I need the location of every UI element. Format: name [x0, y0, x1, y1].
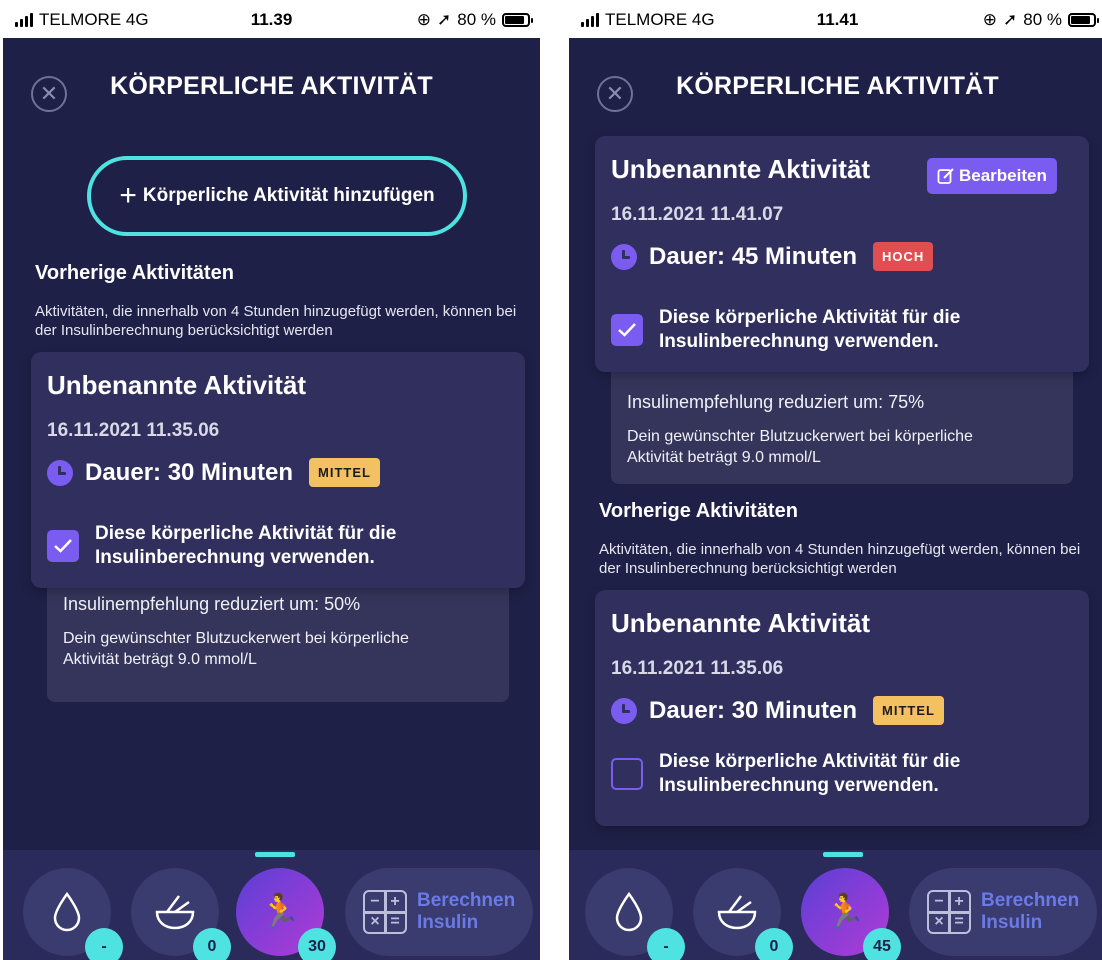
checkmark-icon	[618, 323, 636, 337]
target-glucose: Dein gewünschter Blutzuckerwert bei körp…	[627, 428, 973, 466]
activity-count: 30	[298, 928, 336, 960]
activity-duration-row: Dauer: 45 Minuten HOCH	[611, 242, 934, 271]
edit-icon	[937, 168, 954, 184]
use-for-insulin-label: Diese körperliche Aktivität für die Insu…	[659, 307, 961, 352]
tab-food[interactable]: 0	[131, 868, 231, 960]
previous-activities-title: Vorherige Aktivitäten	[35, 262, 234, 284]
running-person-icon: 🏃	[258, 893, 302, 931]
calculator-icon: − + × =	[927, 890, 971, 934]
battery-icon	[502, 13, 533, 27]
status-right: ⊕ ➚ 80 %	[416, 10, 533, 30]
location-icon: ➚	[1003, 10, 1018, 29]
intensity-badge: MITTEL	[873, 696, 944, 725]
clock-icon	[47, 459, 73, 486]
current-activity-card[interactable]: Unbenannte Aktivität Bearbeiten 16.11.20…	[595, 136, 1089, 372]
tab-blood-glucose[interactable]: -	[585, 868, 685, 960]
running-person-icon: 🏃	[823, 893, 867, 931]
activity-duration: Dauer: 30 Minuten	[649, 696, 858, 724]
checkmark-icon	[54, 539, 72, 553]
tab-blood-glucose[interactable]: -	[23, 868, 123, 960]
calc-label-line1: Berechnen	[981, 890, 1080, 911]
bowl-icon	[155, 895, 195, 930]
intensity-badge: HOCH	[873, 242, 934, 271]
activity-date: 16.11.2021 11.35.06	[611, 658, 784, 679]
add-activity-label: Körperliche Aktivität hinzufügen	[142, 185, 435, 206]
calc-label-line2: Insulin	[417, 912, 479, 933]
previous-activities-description: Aktivitäten, die innerhalb von 4 Stunden…	[35, 303, 517, 339]
previous-activity-card[interactable]: Unbenannte Aktivität 16.11.2021 11.35.06…	[595, 590, 1089, 826]
target-glucose: Dein gewünschter Blutzuckerwert bei körp…	[63, 630, 409, 668]
food-count: 0	[193, 928, 231, 960]
insulin-info-box: Insulinempfehlung reduziert um: 75% Dein…	[611, 360, 1073, 484]
food-count: 0	[755, 928, 793, 960]
location-icon: ➚	[437, 10, 452, 29]
edit-button[interactable]: Bearbeiten	[927, 158, 1057, 194]
activity-name: Unbenannte Aktivität	[47, 370, 307, 400]
plus-icon: +	[119, 179, 137, 212]
previous-activities-description: Aktivitäten, die innerhalb von 4 Stunden…	[599, 541, 1081, 577]
use-for-insulin-checkbox[interactable]	[611, 314, 643, 346]
calc-label-line2: Insulin	[981, 912, 1043, 933]
tab-calculate-insulin[interactable]: − + × = Berechnen Insulin	[345, 868, 533, 956]
phone-screen-left: TELMORE 4G 11.39 ⊕ ➚ 80 % ✕ KÖRPERLICHE …	[3, 0, 540, 960]
use-for-insulin-row[interactable]: Diese körperliche Aktivität für die Insu…	[47, 522, 467, 570]
use-for-insulin-checkbox[interactable]	[47, 530, 79, 562]
previous-activities-title: Vorherige Aktivitäten	[599, 500, 798, 522]
status-bar: TELMORE 4G 11.39 ⊕ ➚ 80 %	[3, 0, 540, 38]
bottom-tab-bar: - 0 🏃 45 − + × = Berechnen Insulin	[569, 850, 1102, 960]
active-tab-indicator	[255, 852, 295, 857]
calc-label-line1: Berechnen	[417, 890, 516, 911]
activity-count: 45	[863, 928, 901, 960]
insulin-reduction: Insulinempfehlung reduziert um: 75%	[627, 392, 925, 412]
calculator-icon: − + × =	[363, 890, 407, 934]
bowl-icon	[717, 895, 757, 930]
tab-activity[interactable]: 🏃 30	[236, 868, 336, 960]
tab-calculate-insulin[interactable]: − + × = Berechnen Insulin	[909, 868, 1097, 956]
battery-percent: 80 %	[1023, 10, 1062, 29]
battery-percent: 80 %	[457, 10, 496, 29]
orientation-lock-icon: ⊕	[982, 10, 997, 29]
tab-activity[interactable]: 🏃 45	[801, 868, 901, 960]
edit-label: Bearbeiten	[959, 166, 1047, 185]
activity-duration-row: Dauer: 30 Minuten MITTEL	[611, 696, 944, 725]
tab-food[interactable]: 0	[693, 868, 793, 960]
insulin-reduction: Insulinempfehlung reduziert um: 50%	[63, 594, 361, 614]
status-bar: TELMORE 4G 11.41 ⊕ ➚ 80 %	[569, 0, 1102, 38]
blood-glucose-count: -	[647, 928, 685, 960]
activity-date: 16.11.2021 11.35.06	[47, 420, 220, 441]
clock-icon	[611, 243, 637, 270]
use-for-insulin-row[interactable]: Diese körperliche Aktivität für die Insu…	[611, 750, 1031, 798]
bottom-tab-bar: - 0 🏃 30 − + × = Berechnen Insulin	[3, 850, 540, 960]
drop-icon	[615, 892, 643, 932]
use-for-insulin-row[interactable]: Diese körperliche Aktivität für die Insu…	[611, 306, 1031, 354]
use-for-insulin-label: Diese körperliche Aktivität für die Insu…	[659, 751, 961, 796]
add-activity-button[interactable]: + Körperliche Aktivität hinzufügen	[87, 156, 467, 236]
page-title: KÖRPERLICHE AKTIVITÄT	[676, 72, 999, 100]
clock-icon	[611, 697, 637, 724]
drop-icon	[53, 892, 81, 932]
battery-icon	[1068, 13, 1099, 27]
activity-name: Unbenannte Aktivität	[611, 608, 871, 638]
activity-date: 16.11.2021 11.41.07	[611, 204, 784, 225]
activity-duration-row: Dauer: 30 Minuten MITTEL	[47, 458, 380, 487]
orientation-lock-icon: ⊕	[416, 10, 431, 29]
activity-duration: Dauer: 30 Minuten	[85, 458, 294, 486]
use-for-insulin-checkbox[interactable]	[611, 758, 643, 790]
phone-screen-right: TELMORE 4G 11.41 ⊕ ➚ 80 % ✕ KÖRPERLICHE …	[569, 0, 1102, 960]
activity-card[interactable]: Unbenannte Aktivität 16.11.2021 11.35.06…	[31, 352, 525, 588]
activity-name: Unbenannte Aktivität	[611, 154, 871, 184]
calculate-insulin-label: Berechnen Insulin	[417, 890, 515, 934]
active-tab-indicator	[823, 852, 863, 857]
status-right: ⊕ ➚ 80 %	[982, 10, 1099, 30]
activity-duration: Dauer: 45 Minuten	[649, 242, 858, 270]
blood-glucose-count: -	[85, 928, 123, 960]
intensity-badge: MITTEL	[309, 458, 380, 487]
insulin-info-box: Insulinempfehlung reduziert um: 50% Dein…	[47, 578, 509, 702]
use-for-insulin-label: Diese körperliche Aktivität für die Insu…	[95, 523, 397, 568]
page-title: KÖRPERLICHE AKTIVITÄT	[110, 72, 433, 100]
calculate-insulin-label: Berechnen Insulin	[981, 890, 1079, 934]
